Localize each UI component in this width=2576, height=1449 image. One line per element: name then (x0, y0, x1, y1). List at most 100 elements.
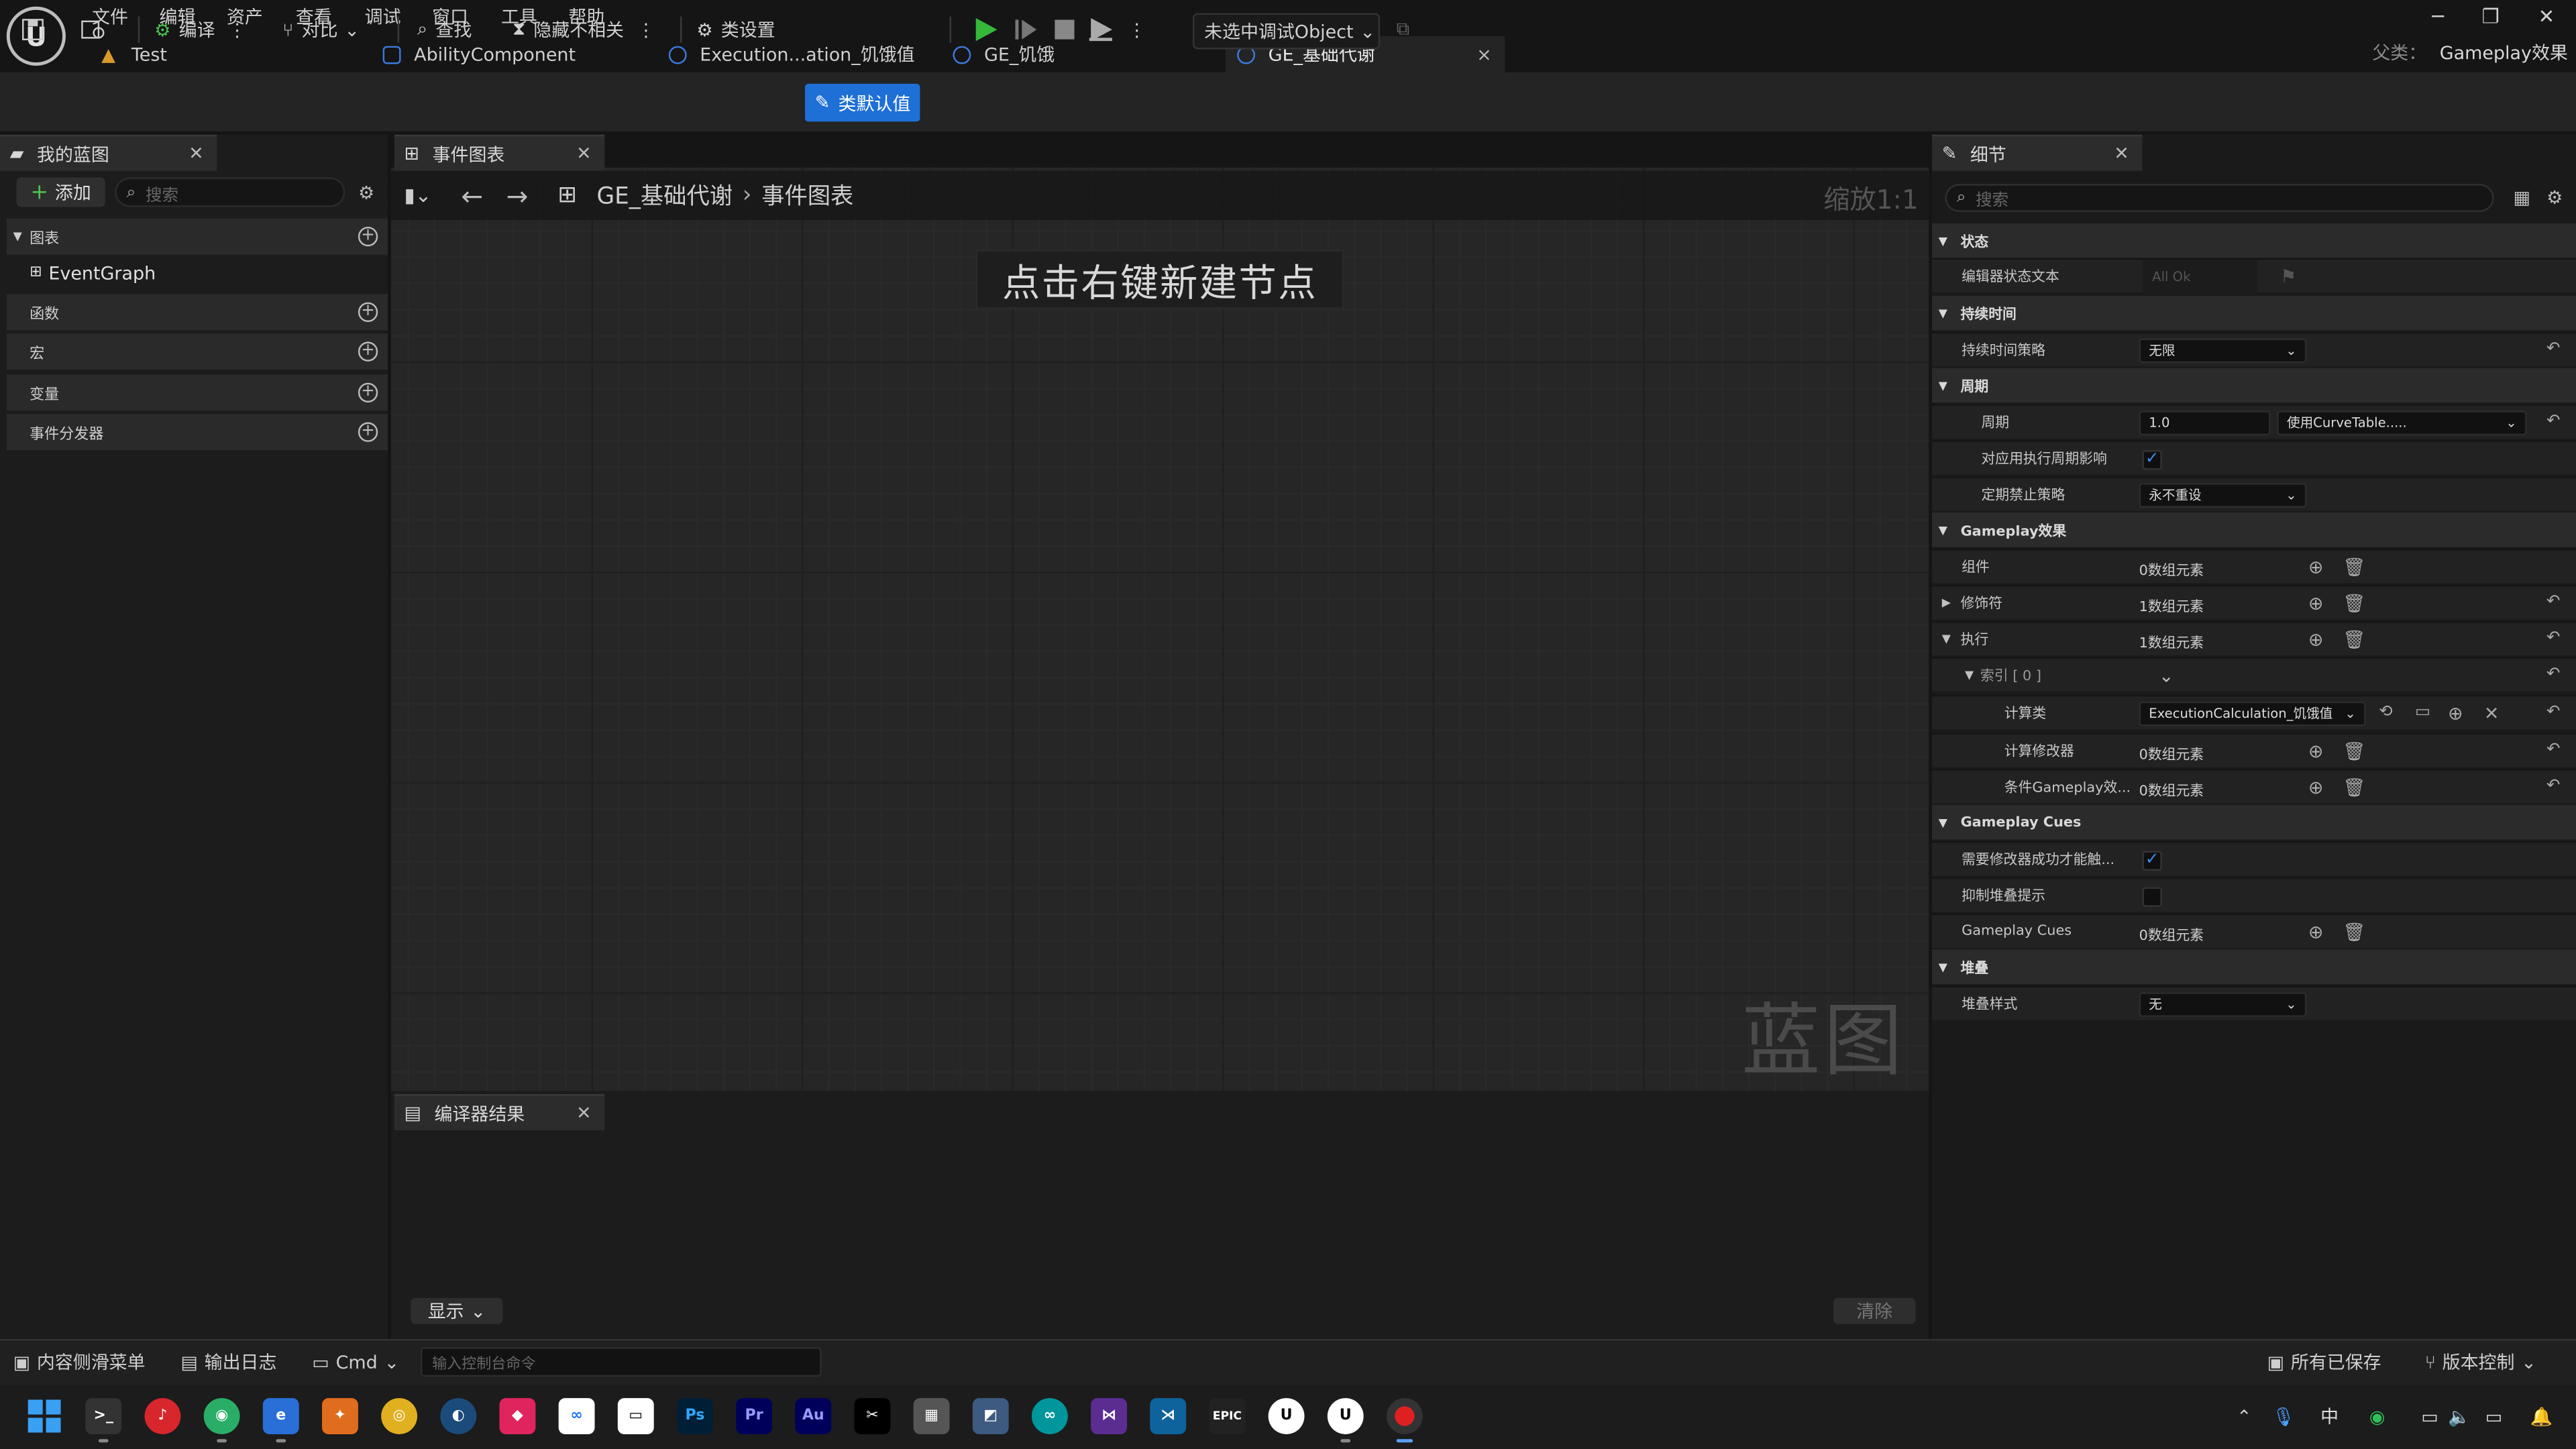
section-macros[interactable]: 宏 + (6, 333, 388, 370)
edge-icon[interactable]: e (262, 1398, 299, 1434)
section-functions[interactable]: 函数 + (6, 294, 388, 331)
steam-icon[interactable]: ◐ (440, 1398, 477, 1434)
terminal-icon[interactable]: >_ (85, 1398, 122, 1434)
add-element-icon[interactable]: ⊕ (2308, 629, 2324, 651)
add-function-icon[interactable]: + (358, 302, 378, 323)
compile-button[interactable]: ⚙ 编译 ⋮ (154, 11, 246, 48)
curve-table-select[interactable]: 使用CurveTable..... ⌄ (2277, 411, 2527, 435)
exec-on-apply-checkbox[interactable]: ✓ (2142, 450, 2162, 470)
class-defaults-button[interactable]: ✎ 类默认值 (805, 83, 920, 122)
chevron-down-icon[interactable]: ▼ (1965, 669, 1974, 682)
section-variables[interactable]: 变量 + (6, 374, 388, 411)
windows-start-icon[interactable] (26, 1398, 62, 1434)
chevron-down-icon[interactable]: ⌄ (2159, 665, 2174, 687)
add-graph-icon[interactable]: + (358, 226, 378, 247)
output-log-button[interactable]: ▤ 输出日志 (180, 1349, 276, 1375)
add-element-icon[interactable]: ⊕ (2448, 703, 2463, 724)
notification-icon[interactable]: 🔔 (2530, 1405, 2553, 1428)
menu-debug[interactable]: 调试 (365, 3, 401, 30)
unreal-editor-icon[interactable]: U (1327, 1398, 1364, 1434)
trash-icon[interactable]: 🗑 (2343, 777, 2365, 798)
breadcrumb-root[interactable]: GE_基础代谢 (597, 179, 733, 212)
bookmark-icon[interactable]: ▮⌄ (404, 184, 431, 207)
cmd-select[interactable]: ▭ Cmd ⌄ (312, 1349, 399, 1375)
add-element-icon[interactable]: ⊕ (2308, 741, 2324, 762)
back-arrow-icon[interactable]: ← (461, 180, 483, 211)
calc-class-select[interactable]: ExecutionCalculation_饥饿值 ⌄ (2139, 701, 2366, 727)
clear-button[interactable]: 清除 (1833, 1297, 1916, 1324)
settings-gear-icon[interactable]: ⚙ (355, 177, 378, 207)
chrome-icon[interactable]: ◎ (381, 1398, 418, 1434)
netease-music-icon[interactable]: ♪ (144, 1398, 181, 1434)
content-drawer-button[interactable]: ▣ 内容侧滑菜单 (13, 1349, 146, 1375)
suppress-stacking-checkbox[interactable] (2142, 887, 2162, 907)
simulate-icon[interactable] (1084, 13, 1117, 46)
add-dispatcher-icon[interactable]: + (358, 422, 378, 442)
restore-icon[interactable]: ❐ (2474, 3, 2507, 30)
oculus-icon[interactable]: ▭ (617, 1398, 654, 1434)
debug-filter-icon[interactable]: ⧉ (1390, 11, 1416, 48)
table-view-icon[interactable]: ▦ (2510, 184, 2533, 210)
section-event-dispatchers[interactable]: 事件分发器 + (6, 414, 388, 451)
microphone-icon[interactable]: 🎙 (2272, 1405, 2295, 1428)
trash-icon[interactable]: 🗑 (2343, 557, 2365, 578)
all-saved-button[interactable]: ▣ 所有已保存 (2267, 1349, 2381, 1375)
chevron-down-icon[interactable]: ▼ (1942, 633, 1951, 646)
step-icon[interactable] (1009, 13, 1042, 46)
browse-icon[interactable] (76, 11, 112, 48)
debug-object-select[interactable]: 未选中调试Object ⌄ (1192, 13, 1381, 50)
find-button[interactable]: ⌕ 查找 (417, 11, 472, 48)
vscode-icon[interactable]: ⋊ (1150, 1398, 1187, 1434)
diff-button[interactable]: ⑂ 对比 ⌄ (282, 11, 360, 48)
tab-my-blueprint[interactable]: ▰ 我的蓝图 ✕ (0, 134, 217, 171)
hide-unrelated-button[interactable]: ⧗ 隐藏不相关 ⋮ (513, 11, 655, 48)
chevron-right-icon[interactable]: ▶ (1942, 596, 1951, 610)
visual-studio-icon[interactable]: ⋈ (1091, 1398, 1128, 1434)
reset-icon[interactable]: ↶ (2546, 741, 2561, 759)
add-element-icon[interactable]: ⊕ (2308, 922, 2324, 943)
period-input[interactable]: 1.0 (2139, 411, 2271, 435)
calculator-icon[interactable]: ▦ (913, 1398, 950, 1434)
tab-details[interactable]: ✎ 细节 ✕ (1932, 134, 2143, 171)
close-icon[interactable]: ✕ (189, 143, 204, 164)
parent-class-value[interactable]: Gameplay效果 (2440, 40, 2568, 66)
section-stacking[interactable]: ▼ 堆叠 (1932, 949, 2576, 984)
wechat-tray-icon[interactable]: ◉ (2366, 1405, 2389, 1428)
add-macro-icon[interactable]: + (358, 341, 378, 362)
battery-icon[interactable]: ▭ (2481, 1405, 2507, 1428)
close-icon[interactable]: ✕ (576, 143, 592, 164)
network-icon[interactable]: ▭ (2418, 1405, 2441, 1428)
browse-asset-icon[interactable]: ⟲ (2379, 703, 2393, 721)
settings-gear-icon[interactable]: ⚙ (2543, 184, 2566, 210)
inhibition-policy-select[interactable]: 永不重设 ⌄ (2139, 483, 2307, 508)
volume-icon[interactable]: 🔈 (2448, 1405, 2471, 1428)
section-duration[interactable]: ▼ 持续时间 (1932, 295, 2576, 331)
add-element-icon[interactable]: ⊕ (2308, 557, 2324, 578)
section-gameplay-effect[interactable]: ▼ Gameplay效果 (1932, 513, 2576, 547)
add-variable-icon[interactable]: + (358, 382, 378, 403)
console-command-input[interactable]: 输入控制台命令 (420, 1347, 822, 1377)
trash-icon[interactable]: 🗑 (2343, 922, 2365, 943)
reset-icon[interactable]: ↶ (2546, 665, 2561, 684)
arduino-icon[interactable]: ∞ (1031, 1398, 1068, 1434)
close-icon[interactable]: ✕ (576, 1102, 592, 1124)
duration-policy-select[interactable]: 无限 ⌄ (2139, 338, 2307, 364)
version-control-button[interactable]: ⑂ 版本控制 ⌄ (2425, 1349, 2536, 1375)
close-icon[interactable]: ✕ (2114, 143, 2129, 164)
record-icon[interactable] (1386, 1398, 1423, 1434)
trash-icon[interactable]: 🗑 (2343, 593, 2365, 614)
more-options-icon[interactable]: ⋮ (637, 19, 655, 40)
premiere-icon[interactable]: Pr (736, 1398, 773, 1434)
reset-icon[interactable]: ↶ (2546, 413, 2561, 431)
add-element-icon[interactable]: ⊕ (2308, 777, 2324, 798)
photoshop-icon[interactable]: Ps (676, 1398, 713, 1434)
save-icon[interactable] (16, 11, 49, 48)
section-graphs[interactable]: ▼ 图表 + (6, 218, 388, 255)
reset-icon[interactable]: ↶ (2546, 340, 2561, 358)
app-pink-icon[interactable]: ◆ (499, 1398, 536, 1434)
reset-icon[interactable]: ↶ (2546, 629, 2561, 647)
close-icon[interactable]: × (1477, 44, 1492, 65)
add-element-icon[interactable]: ⊕ (2308, 593, 2324, 614)
section-period[interactable]: ▼ 周期 (1932, 368, 2576, 403)
stop-icon[interactable] (1048, 13, 1081, 46)
